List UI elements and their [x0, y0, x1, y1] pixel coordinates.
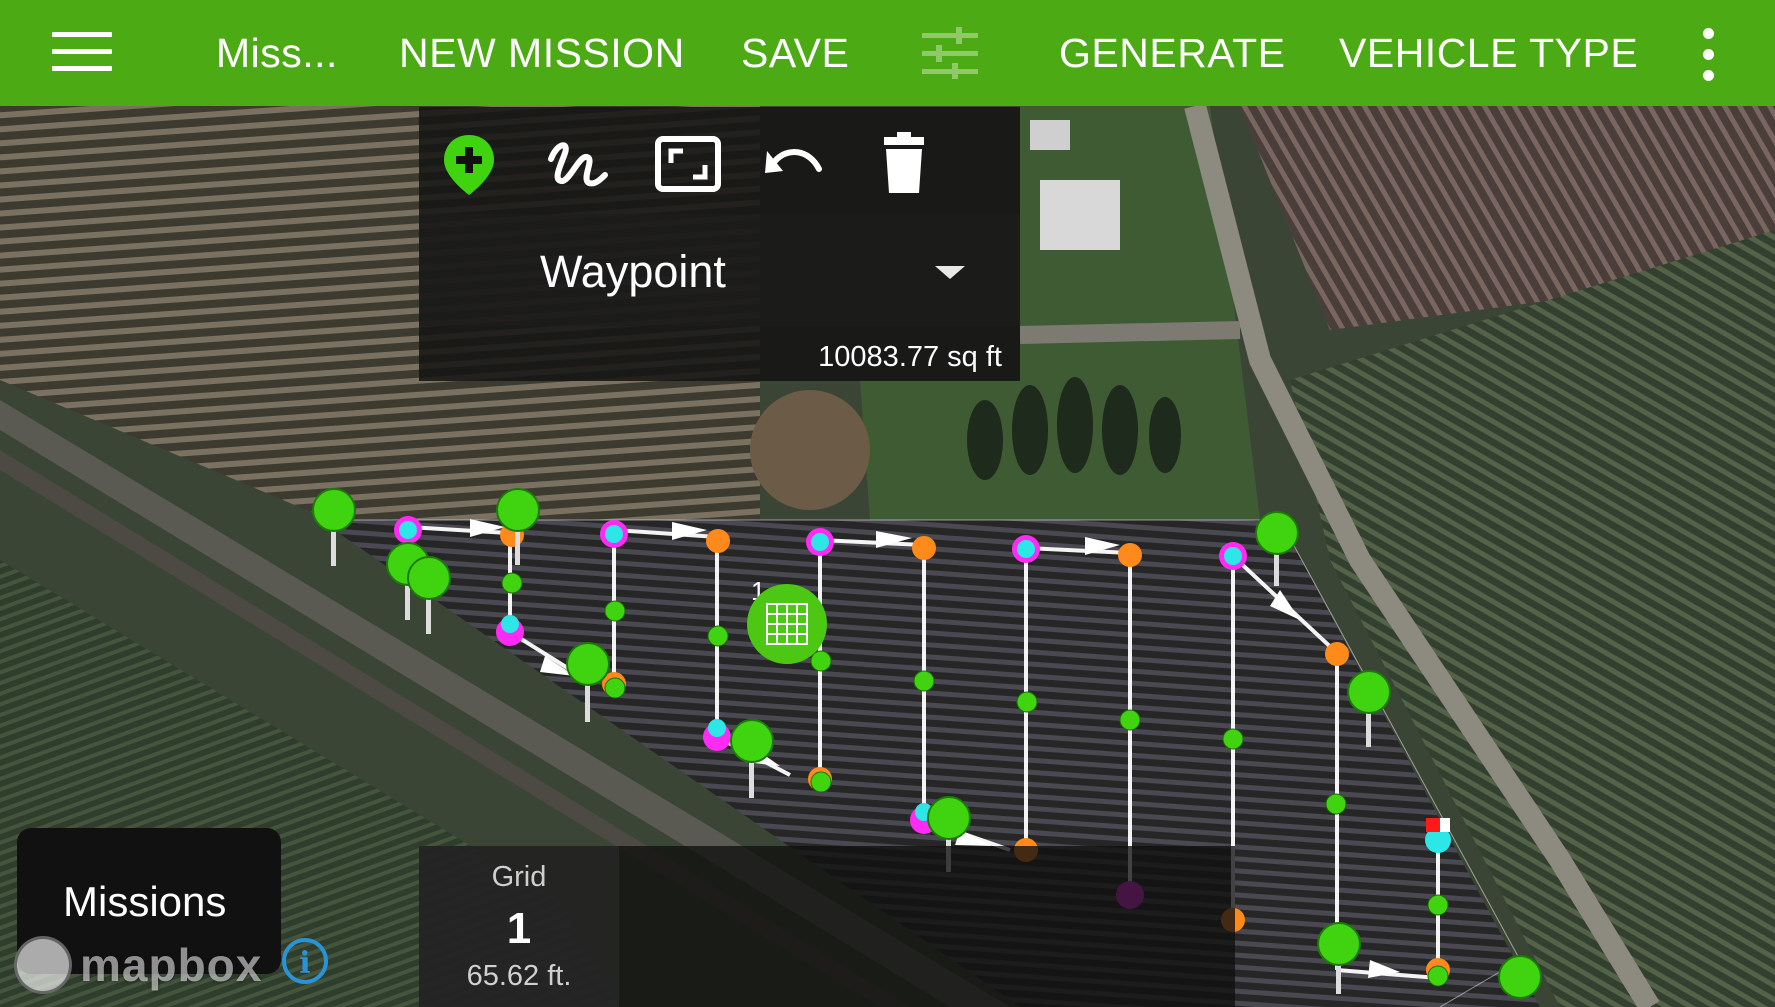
more-vert-icon[interactable] — [1700, 28, 1716, 81]
area-readout: 10083.77 sq ft — [818, 341, 1002, 373]
delete-icon[interactable] — [869, 129, 939, 199]
new-mission-button[interactable]: NEW MISSION — [399, 30, 685, 77]
app-bar: Miss... NEW MISSION SAVE GENERATE VEHICL… — [0, 0, 1775, 106]
vehicle-type-button[interactable]: VEHICLE TYPE — [1339, 30, 1638, 77]
add-waypoint-icon[interactable] — [434, 129, 504, 199]
mapbox-logo-icon — [14, 936, 72, 994]
grid-spacing: 65.62 ft. — [466, 960, 572, 992]
info-panel: Grid 1 65.62 ft. — [419, 846, 1235, 1007]
missions-button-label: Missions — [63, 878, 227, 925]
chevron-down-icon — [935, 266, 965, 279]
undo-icon[interactable] — [761, 129, 831, 199]
menu-icon[interactable] — [52, 32, 112, 74]
tune-icon[interactable] — [922, 27, 978, 79]
mode-select[interactable]: Waypoint — [419, 214, 1020, 326]
grid-number: 1 — [506, 904, 532, 953]
generate-button[interactable]: GENERATE — [1059, 30, 1286, 77]
grid-label: Grid — [491, 861, 547, 893]
draw-toolbar: Waypoint 10083.77 sq ft — [419, 107, 1020, 381]
grid-info-cell[interactable]: Grid 1 65.62 ft. — [419, 846, 619, 1007]
mapbox-logo: mapbox — [14, 935, 262, 995]
mapbox-logo-text: mapbox — [80, 939, 263, 991]
save-button[interactable]: SAVE — [741, 30, 849, 77]
info-icon[interactable]: i — [282, 938, 328, 984]
draw-path-icon[interactable] — [543, 129, 613, 199]
grid-icon — [766, 603, 808, 645]
mission-title[interactable]: Miss... — [216, 30, 338, 77]
grid-marker[interactable] — [747, 584, 827, 664]
polygon-area-icon[interactable] — [653, 129, 723, 199]
mode-select-value: Waypoint — [540, 246, 726, 297]
